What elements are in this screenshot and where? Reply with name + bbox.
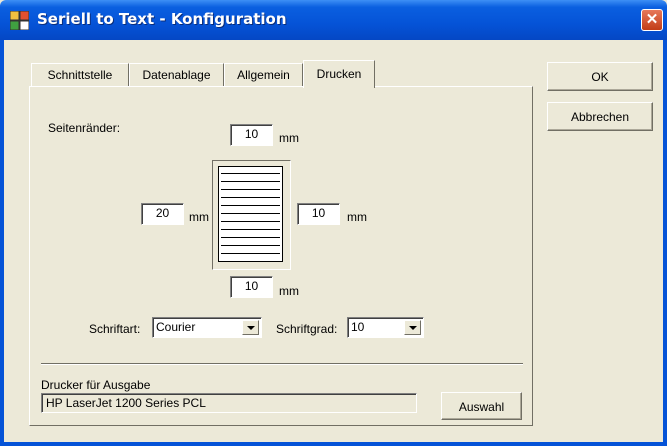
page-preview-line	[221, 229, 280, 230]
page-preview-line	[221, 181, 280, 182]
page-preview-sheet	[218, 166, 283, 262]
font-size-label: Schriftgrad:	[276, 322, 338, 336]
printer-field: HP LaserJet 1200 Series PCL	[41, 393, 417, 413]
font-size-select[interactable]: 10	[347, 317, 424, 338]
bottom-margin-input[interactable]: 10	[230, 276, 273, 298]
separator	[41, 363, 523, 365]
ok-button[interactable]: OK	[547, 62, 653, 91]
font-size-value: 10	[351, 320, 365, 334]
tab-drucken[interactable]: Drucken	[303, 60, 375, 88]
left-margin-input[interactable]: 20	[141, 203, 184, 225]
page-preview-line	[221, 245, 280, 246]
window-frame-bottom	[0, 442, 667, 446]
tab-allgemein[interactable]: Allgemein	[224, 63, 303, 86]
cancel-button[interactable]: Abbrechen	[547, 102, 653, 131]
font-family-label: Schriftart:	[89, 322, 141, 336]
top-margin-unit: mm	[279, 131, 299, 145]
page-preview-line	[221, 197, 280, 198]
title-bar[interactable]: Seriell to Text - Konfiguration ✕	[0, 0, 667, 40]
page-preview-line	[221, 205, 280, 206]
chevron-down-icon	[247, 326, 255, 330]
font-family-value: Courier	[156, 320, 196, 334]
close-icon: ✕	[645, 11, 659, 28]
window-frame-left	[0, 40, 4, 446]
right-margin-input[interactable]: 10	[297, 203, 340, 225]
app-icon	[10, 11, 29, 30]
page-preview	[212, 160, 291, 270]
chevron-down-icon	[409, 326, 417, 330]
page-preview-line	[221, 221, 280, 222]
top-margin-input[interactable]: 10	[230, 124, 273, 146]
tab-schnittstelle[interactable]: Schnittstelle	[31, 63, 129, 86]
window-title: Seriell to Text - Konfiguration	[37, 10, 287, 28]
right-margin-unit: mm	[347, 210, 367, 224]
bottom-margin-unit: mm	[279, 284, 299, 298]
left-margin-unit: mm	[189, 210, 209, 224]
printer-label: Drucker für Ausgabe	[41, 378, 151, 392]
window-frame-right	[663, 40, 667, 446]
page-preview-line	[221, 253, 280, 254]
page-preview-line	[221, 213, 280, 214]
font-size-dropdown-button[interactable]	[404, 320, 421, 335]
margins-label: Seitenränder:	[48, 121, 121, 135]
page-preview-line	[221, 237, 280, 238]
font-family-select[interactable]: Courier	[152, 317, 262, 338]
page-preview-line	[221, 173, 280, 174]
select-printer-button[interactable]: Auswahl	[441, 392, 522, 420]
font-family-dropdown-button[interactable]	[242, 320, 259, 335]
tab-datenablage[interactable]: Datenablage	[129, 63, 224, 86]
close-button[interactable]: ✕	[641, 9, 663, 31]
page-preview-line	[221, 189, 280, 190]
